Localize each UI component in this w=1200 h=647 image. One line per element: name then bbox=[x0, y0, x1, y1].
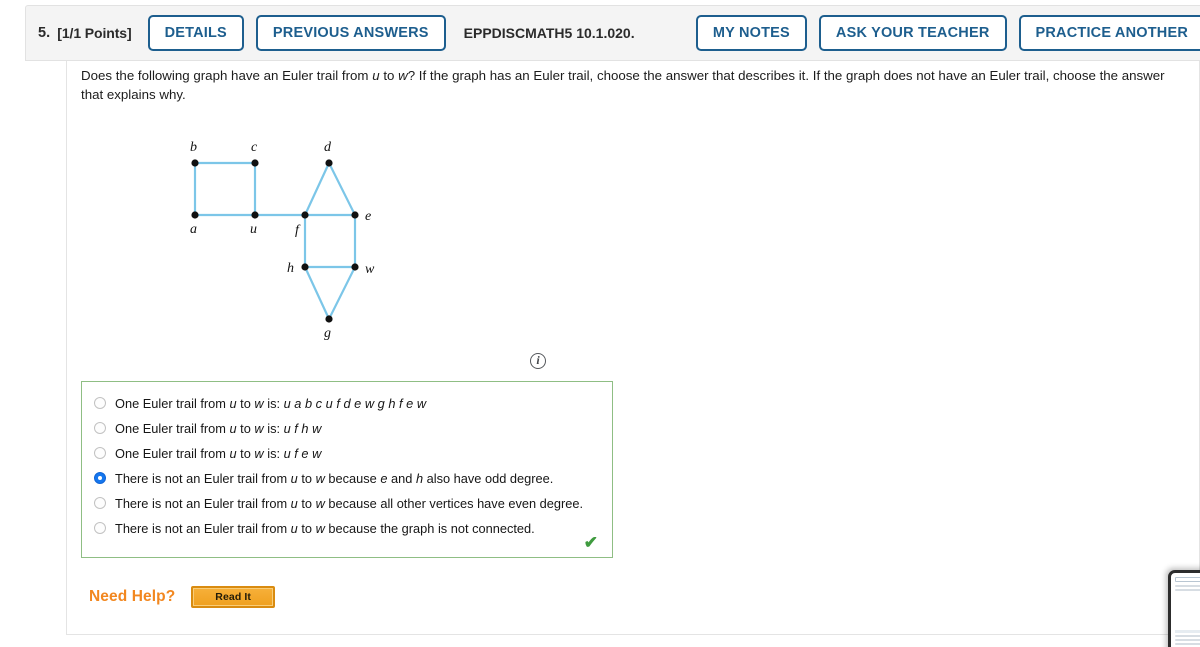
prompt-part-2: to bbox=[379, 68, 399, 83]
graph-node-label-u: u bbox=[250, 222, 257, 237]
preview-graph-icon bbox=[1175, 596, 1200, 622]
ask-your-teacher-button[interactable]: ASK YOUR TEACHER bbox=[818, 15, 1007, 51]
preview-text-line bbox=[1175, 643, 1200, 645]
answer-radio-1[interactable] bbox=[94, 397, 106, 409]
graph-node-c bbox=[251, 159, 259, 167]
preview-text-line bbox=[1175, 635, 1200, 637]
prompt-var-u: u bbox=[372, 68, 380, 83]
graph-node-label-g: g bbox=[324, 326, 331, 341]
preview-band bbox=[1175, 630, 1200, 633]
graph-node-w bbox=[351, 263, 359, 271]
preview-thumbnail-card[interactable] bbox=[1168, 570, 1200, 647]
graph-node-u bbox=[251, 211, 259, 219]
answer-option-2[interactable]: One Euler trail from u to w is: u f h w bbox=[82, 416, 612, 441]
header-actions: MY NOTES ASK YOUR TEACHER PRACTICE ANOTH… bbox=[695, 15, 1200, 51]
preview-text-line bbox=[1175, 585, 1200, 587]
answer-option-label-6: There is not an Euler trail from u to w … bbox=[115, 521, 535, 536]
question-page: 5. [1/1 Points] DETAILS PREVIOUS ANSWERS… bbox=[0, 0, 1200, 647]
question-body: Does the following graph have an Euler t… bbox=[66, 61, 1200, 635]
graph-node-label-c: c bbox=[251, 140, 258, 155]
graph-node-label-w: w bbox=[365, 262, 375, 277]
graph-node-label-e: e bbox=[365, 209, 371, 224]
read-it-button[interactable]: Read It bbox=[191, 586, 275, 608]
graph-node-d bbox=[325, 159, 333, 167]
answer-radio-5[interactable] bbox=[94, 497, 106, 509]
answer-option-label-1: One Euler trail from u to w is: u a b c … bbox=[115, 396, 427, 411]
question-header-bar: 5. [1/1 Points] DETAILS PREVIOUS ANSWERS… bbox=[25, 5, 1200, 61]
correct-answer-checkmark: ✔ bbox=[583, 533, 598, 552]
graph-edge-de bbox=[328, 162, 356, 216]
question-prompt: Does the following graph have an Euler t… bbox=[81, 66, 1181, 104]
answer-radio-6[interactable] bbox=[94, 522, 106, 534]
graph-node-label-h: h bbox=[287, 261, 294, 276]
answer-option-5[interactable]: There is not an Euler trail from u to w … bbox=[82, 491, 612, 516]
graph-node-a bbox=[191, 211, 199, 219]
graph-node-g bbox=[325, 315, 333, 323]
answer-option-1[interactable]: One Euler trail from u to w is: u a b c … bbox=[82, 391, 612, 416]
question-code: EPPDISCMATH5 10.1.020. bbox=[463, 25, 635, 41]
answer-radio-2[interactable] bbox=[94, 422, 106, 434]
previous-answers-button[interactable]: PREVIOUS ANSWERS bbox=[255, 15, 446, 51]
graph-node-b bbox=[191, 159, 199, 167]
graph-edge-hg bbox=[304, 266, 330, 320]
euler-graph-svg: b c d a u f e h w g bbox=[190, 140, 375, 341]
graph-figure: b c d a u f e h w g i bbox=[77, 131, 617, 371]
prompt-var-w: w bbox=[398, 68, 408, 83]
my-notes-button[interactable]: MY NOTES bbox=[695, 15, 807, 51]
answer-options-list: One Euler trail from u to w is: u a b c … bbox=[82, 391, 612, 541]
graph-node-label-b: b bbox=[190, 140, 197, 155]
info-icon[interactable]: i bbox=[530, 353, 546, 369]
answer-option-4[interactable]: There is not an Euler trail from u to w … bbox=[82, 466, 612, 491]
preview-text-line bbox=[1175, 639, 1200, 641]
answer-option-3[interactable]: One Euler trail from u to w is: u f e w bbox=[82, 441, 612, 466]
graph-node-f bbox=[301, 211, 309, 219]
answer-option-label-5: There is not an Euler trail from u to w … bbox=[115, 496, 584, 511]
graph-edge-fd bbox=[304, 162, 330, 216]
graph-edge-gw bbox=[328, 266, 356, 320]
graph-node-e bbox=[351, 211, 359, 219]
need-help-section: Need Help? Read It bbox=[89, 586, 275, 608]
graph-node-label-a: a bbox=[190, 222, 197, 237]
preview-chip bbox=[1175, 577, 1200, 582]
answer-option-label-2: One Euler trail from u to w is: u f h w bbox=[115, 421, 322, 436]
graph-node-label-f: f bbox=[295, 223, 301, 238]
answer-options-box: One Euler trail from u to w is: u a b c … bbox=[81, 381, 613, 558]
answer-radio-3[interactable] bbox=[94, 447, 106, 459]
graph-node-h bbox=[301, 263, 309, 271]
answer-option-6[interactable]: There is not an Euler trail from u to w … bbox=[82, 516, 612, 541]
details-button[interactable]: DETAILS bbox=[147, 15, 244, 51]
graph-node-label-d: d bbox=[324, 140, 332, 155]
preview-toolbar bbox=[1175, 577, 1200, 582]
preview-text-line bbox=[1175, 589, 1200, 591]
question-number: 5. bbox=[38, 25, 51, 41]
answer-option-label-4: There is not an Euler trail from u to w … bbox=[115, 471, 554, 486]
question-points: [1/1 Points] bbox=[57, 25, 132, 41]
practice-another-button[interactable]: PRACTICE ANOTHER bbox=[1018, 15, 1200, 51]
answer-option-label-3: One Euler trail from u to w is: u f e w bbox=[115, 446, 322, 461]
need-help-label: Need Help? bbox=[89, 588, 176, 605]
answer-radio-4[interactable] bbox=[94, 472, 106, 484]
prompt-part-1: Does the following graph have an Euler t… bbox=[81, 68, 373, 83]
